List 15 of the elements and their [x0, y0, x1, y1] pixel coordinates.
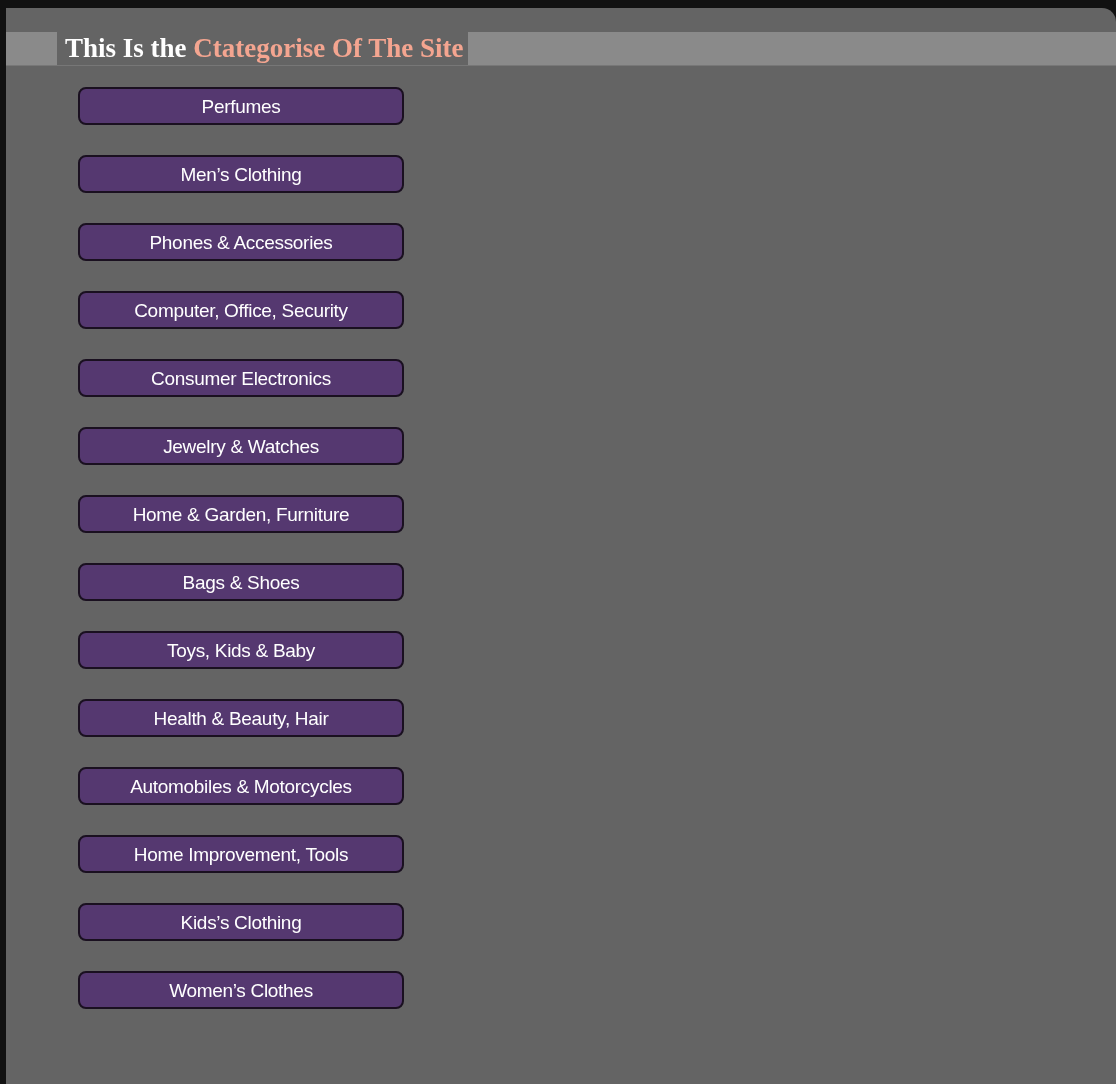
- category-button[interactable]: Automobiles & Motorcycles: [78, 767, 404, 805]
- category-button[interactable]: Home & Garden, Furniture: [78, 495, 404, 533]
- category-button[interactable]: Women’s Clothes: [78, 971, 404, 1009]
- category-button[interactable]: Toys, Kids & Baby: [78, 631, 404, 669]
- category-button[interactable]: Health & Beauty, Hair: [78, 699, 404, 737]
- category-button[interactable]: Phones & Accessories: [78, 223, 404, 261]
- category-button[interactable]: Perfumes: [78, 87, 404, 125]
- category-button[interactable]: Consumer Electronics: [78, 359, 404, 397]
- category-button[interactable]: Men’s Clothing: [78, 155, 404, 193]
- page-heading: This Is the Ctategorise Of The Site: [57, 32, 468, 65]
- category-button[interactable]: Bags & Shoes: [78, 563, 404, 601]
- category-button[interactable]: Jewelry & Watches: [78, 427, 404, 465]
- category-button[interactable]: Kids’s Clothing: [78, 903, 404, 941]
- category-button[interactable]: Computer, Office, Security: [78, 291, 404, 329]
- category-button[interactable]: Home Improvement, Tools: [78, 835, 404, 873]
